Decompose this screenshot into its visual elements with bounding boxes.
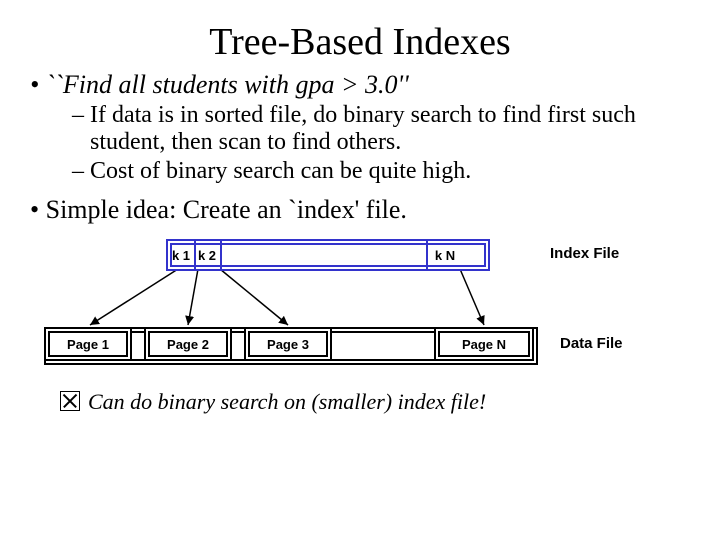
- index-cell-kN: k N: [426, 241, 462, 269]
- sub-cost: – Cost of binary search can be quite hig…: [90, 158, 660, 185]
- sub-sorted-file: – If data is in sorted file, do binary s…: [90, 102, 660, 156]
- star-icon: [60, 391, 80, 411]
- index-file-label: Index File: [550, 245, 619, 262]
- bullet-simple-idea: • Simple idea: Create an `index' file.: [30, 195, 690, 225]
- index-cell-k1: k 1: [168, 241, 196, 269]
- data-page-2: Page 2: [144, 327, 232, 361]
- index-file-box: k 1 k 2 k N: [166, 239, 490, 271]
- data-page-1: Page 1: [44, 327, 132, 361]
- slide-title: Tree-Based Indexes: [0, 20, 720, 64]
- footnote-text: Can do binary search on (smaller) index …: [88, 389, 486, 414]
- bullet-query: • ``Find all students with gpa > 3.0'': [30, 70, 690, 100]
- data-page-N: Page N: [434, 327, 534, 361]
- index-cell-k2: k 2: [194, 241, 222, 269]
- data-page-3: Page 3: [244, 327, 332, 361]
- index-diagram: k 1 k 2 k N Index File Page 1 Page 2 Pag…: [40, 235, 680, 385]
- data-file-label: Data File: [560, 335, 623, 352]
- footnote: Can do binary search on (smaller) index …: [60, 389, 690, 415]
